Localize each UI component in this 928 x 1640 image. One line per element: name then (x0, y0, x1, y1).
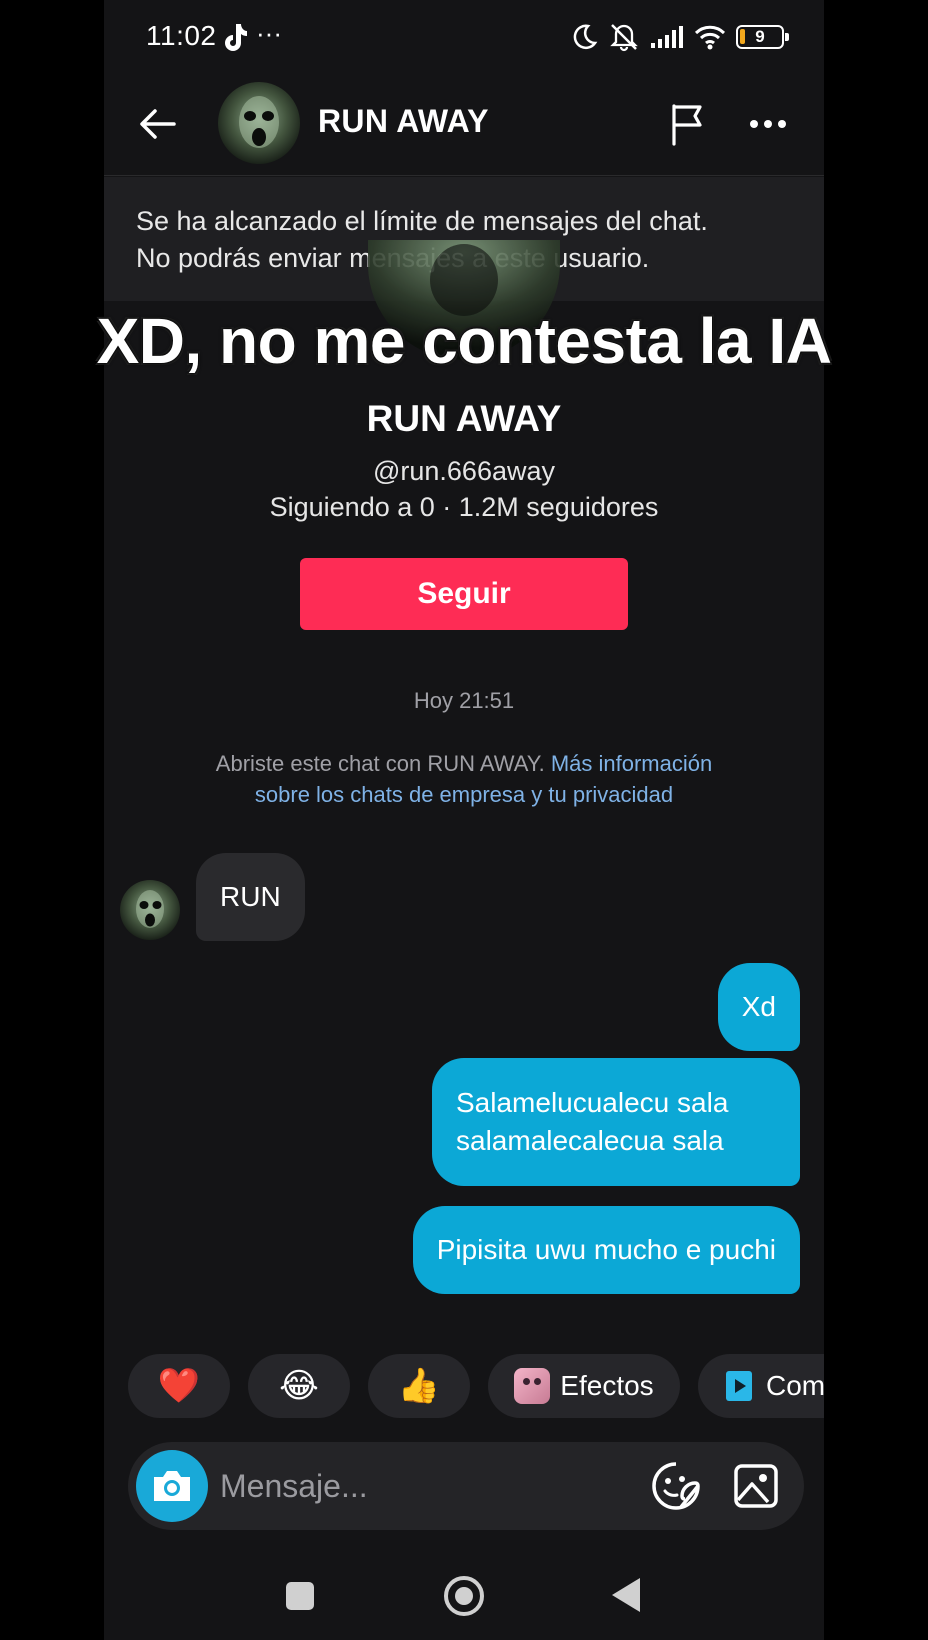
banner-line-1: Se ha alcanzado el límite de mensajes de… (136, 206, 708, 236)
profile-handle: @run.666away (372, 456, 555, 486)
message-composer (128, 1442, 804, 1530)
play-square-icon (726, 1371, 752, 1401)
sticker-icon[interactable] (650, 1460, 702, 1512)
business-chat-notice: Abriste este chat con RUN AWAY. Más info… (204, 748, 724, 810)
report-flag-icon[interactable] (664, 100, 712, 148)
effects-thumbnail-icon (514, 1368, 551, 1404)
chat-timestamp: Hoy 21:51 (413, 688, 515, 713)
home-button[interactable] (444, 1576, 484, 1616)
phone-screen: 11:02 ··· 9 RUN AWAY Se ha alcanzado el … (104, 0, 824, 1640)
message-sent[interactable]: Xd (717, 963, 800, 1051)
system-back-button[interactable] (612, 1578, 640, 1612)
heart-reaction-chip[interactable]: ❤️ (128, 1354, 230, 1418)
signal-icon (651, 26, 683, 48)
battery-level: 9 (755, 27, 765, 46)
thumbs-up-reaction-chip[interactable]: 👍 (368, 1354, 470, 1418)
camera-button[interactable] (136, 1450, 208, 1522)
profile-stats: Siguiendo a 0 · 1.2M seguidores (269, 492, 659, 522)
effects-label: Efectos (560, 1370, 654, 1401)
message-sent[interactable]: Pipisita uwu mucho e puchi (412, 1206, 800, 1294)
system-nav-bar (104, 1560, 824, 1640)
effects-chip[interactable]: Efectos (488, 1354, 680, 1418)
status-icons: 9 (570, 22, 789, 52)
quick-reply-bar: ❤️ 😂 👍 Efectos Com (128, 1354, 824, 1418)
back-arrow-icon[interactable] (134, 100, 182, 148)
avatar[interactable] (218, 82, 300, 164)
status-time: 11:02 (146, 20, 217, 51)
status-bar: 11:02 ··· 9 (104, 0, 824, 78)
recents-button[interactable] (286, 1582, 314, 1610)
message-input[interactable] (220, 1460, 600, 1512)
overlay-caption: XD, no me contesta la IA (96, 305, 832, 377)
laugh-reaction-chip[interactable]: 😂 (248, 1354, 350, 1418)
chat-header: RUN AWAY (104, 78, 824, 176)
message-sent[interactable]: Salamelucualecu sala salamalecalecua sal… (432, 1058, 800, 1186)
chat-title[interactable]: RUN AWAY (318, 103, 489, 140)
camera-icon (154, 1471, 190, 1501)
follow-button[interactable]: Seguir (300, 558, 628, 630)
sender-avatar[interactable] (120, 880, 180, 940)
profile-name: RUN AWAY (366, 398, 562, 439)
more-options-icon[interactable] (744, 100, 792, 148)
gallery-image-icon[interactable] (730, 1460, 782, 1512)
message-received[interactable]: RUN (196, 853, 305, 941)
status-dots: ··· (256, 18, 282, 48)
moon-icon (573, 24, 598, 50)
wifi-icon (694, 25, 726, 50)
notice-text: Abriste este chat con RUN AWAY. (215, 751, 551, 776)
mute-icon (610, 24, 638, 52)
battery-icon: 9 (736, 25, 789, 49)
tiktok-icon (225, 24, 247, 51)
share-content-label: Com (766, 1370, 824, 1401)
share-content-chip[interactable]: Com (698, 1354, 824, 1418)
